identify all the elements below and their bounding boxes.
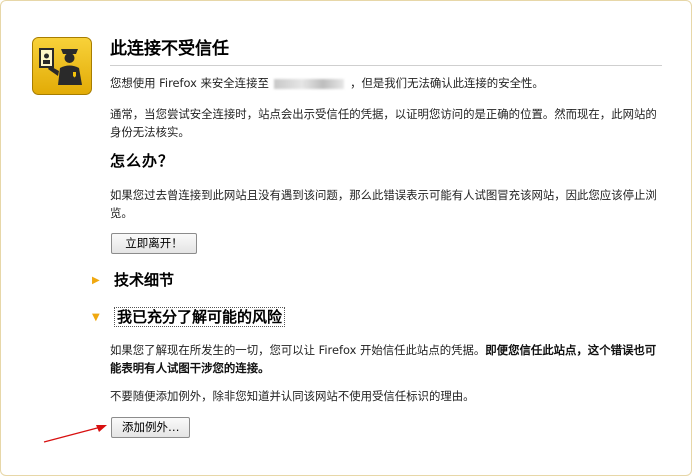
normal-explanation: 通常，当您尝试安全连接时，站点会出示受信任的凭据，以证明您访问的是正确的位置。然… (110, 107, 657, 139)
risk-text: 如果您了解现在所发生的一切，您可以让 Firefox 开始信任此站点的凭据。即便… (110, 341, 662, 377)
triangle-right-icon: ▶ (92, 275, 100, 286)
red-arrow (43, 425, 107, 443)
police-officer-id-icon (32, 37, 92, 95)
intro-text-before: 您想使用 Firefox 来安全连接至 (110, 76, 269, 90)
technical-details-label: 技术细节 (114, 271, 175, 289)
error-page: 此连接不受信任 您想使用 Firefox 来安全连接至 ，但是我们无法确认此连接… (0, 0, 692, 476)
exception-warning: 不要随便添加例外，除非您知道并认同该网站不使用受信任标识的理由。 (110, 389, 475, 403)
risk-text-plain: 如果您了解现在所发生的一切，您可以让 Firefox 开始信任此站点的凭据。 (110, 343, 486, 357)
main-content: 此连接不受信任 您想使用 Firefox 来安全连接至 ，但是我们无法确认此连接… (110, 37, 662, 220)
what-to-do-heading: 怎么办？ (110, 152, 175, 170)
page-title: 此连接不受信任 (110, 37, 662, 66)
technical-details-expander[interactable]: ▶ 技术细节 (92, 269, 174, 290)
leave-button[interactable]: 立即离开！ (111, 233, 197, 254)
intro-text: 您想使用 Firefox 来安全连接至 ，但是我们无法确认此连接的安全性。 (110, 74, 662, 92)
redacted-hostname (274, 78, 345, 89)
triangle-down-icon: ▼ (92, 312, 100, 323)
understand-risks-label: 我已充分了解可能的风险 (114, 307, 286, 327)
intro-text-after: ，但是我们无法确认此连接的安全性。 (350, 76, 544, 90)
understand-risks-expander[interactable]: ▼ 我已充分了解可能的风险 (92, 306, 286, 327)
add-exception-button[interactable]: 添加例外… (111, 417, 190, 438)
what-to-do-text: 如果您过去曾连接到此网站且没有遇到该问题，那么此错误表示可能有人试图冒充该网站，… (110, 188, 657, 220)
